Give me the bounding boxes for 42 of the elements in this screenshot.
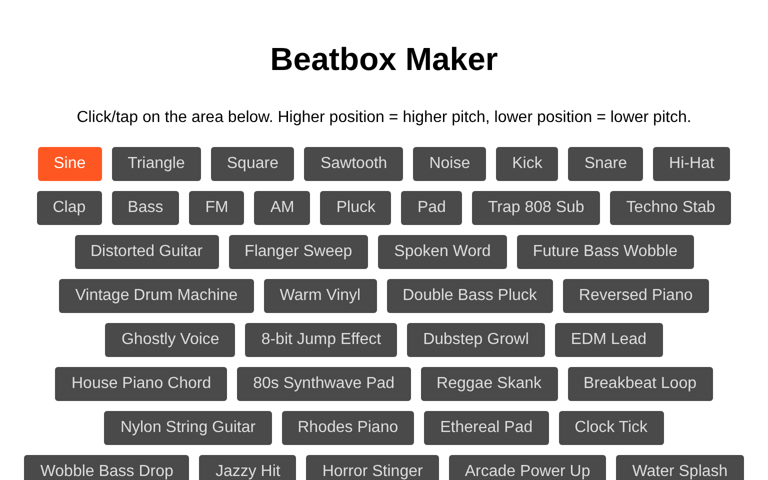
sound-button[interactable]: Reggae Skank [420,367,558,401]
sound-button[interactable]: Horror Stinger [306,455,439,480]
sound-button[interactable]: Square [210,147,294,181]
sound-button[interactable]: Nylon String Guitar [104,411,272,445]
sound-button[interactable]: Double Bass Pluck [386,279,553,313]
sound-button[interactable]: Arcade Power Up [448,455,606,480]
sound-button[interactable]: Pluck [320,191,392,225]
page-title: Beatbox Maker [269,40,499,78]
sound-button[interactable]: Ethereal Pad [424,411,549,445]
sound-button[interactable]: Wobble Bass Drop [24,455,190,480]
sound-button[interactable]: Water Splash [616,455,744,480]
sound-button[interactable]: EDM Lead [554,323,662,357]
sound-button[interactable]: Clock Tick [558,411,664,445]
sound-button[interactable]: Future Bass Wobble [516,235,694,269]
sound-button[interactable]: Snare [568,147,644,181]
sound-button[interactable]: Breakbeat Loop [568,367,712,401]
sound-button[interactable]: Techno Stab [610,191,732,225]
instructions-text: Click/tap on the area below. Higher position = higher pitch, lower position = lower pitch. [76,108,692,128]
sound-button[interactable]: Spoken Word [378,235,507,269]
sound-button[interactable]: AM [254,191,310,225]
sound-button[interactable]: Triangle [112,147,201,181]
sound-button[interactable]: Trap 808 Sub [472,191,600,225]
sound-button[interactable]: Pad [401,191,462,225]
sound-button[interactable]: Kick [496,147,558,181]
sound-button[interactable]: Distorted Guitar [74,235,219,269]
sound-button[interactable]: 8-bit Jump Effect [245,323,398,357]
sound-button[interactable]: Vintage Drum Machine [59,279,254,313]
sound-button[interactable]: Warm Vinyl [264,279,377,313]
sound-button[interactable]: Ghostly Voice [105,323,236,357]
sound-button[interactable]: Clap [36,191,102,225]
sound-button[interactable]: 80s Synthwave Pad [237,367,411,401]
sound-button[interactable]: Flanger Sweep [228,235,368,269]
sound-button[interactable]: Hi-Hat [653,147,730,181]
sound-button[interactable]: FM [189,191,244,225]
sound-button[interactable]: Rhodes Piano [282,411,414,445]
sound-button[interactable]: Reversed Piano [562,279,709,313]
sound-button[interactable]: Noise [413,147,486,181]
sound-button[interactable]: Jazzy Hit [199,455,296,480]
sound-button[interactable]: Sawtooth [304,147,404,181]
sound-button[interactable]: Dubstep Growl [407,323,545,357]
sound-button[interactable]: Bass [112,191,180,225]
sound-button[interactable]: House Piano Chord [55,367,228,401]
